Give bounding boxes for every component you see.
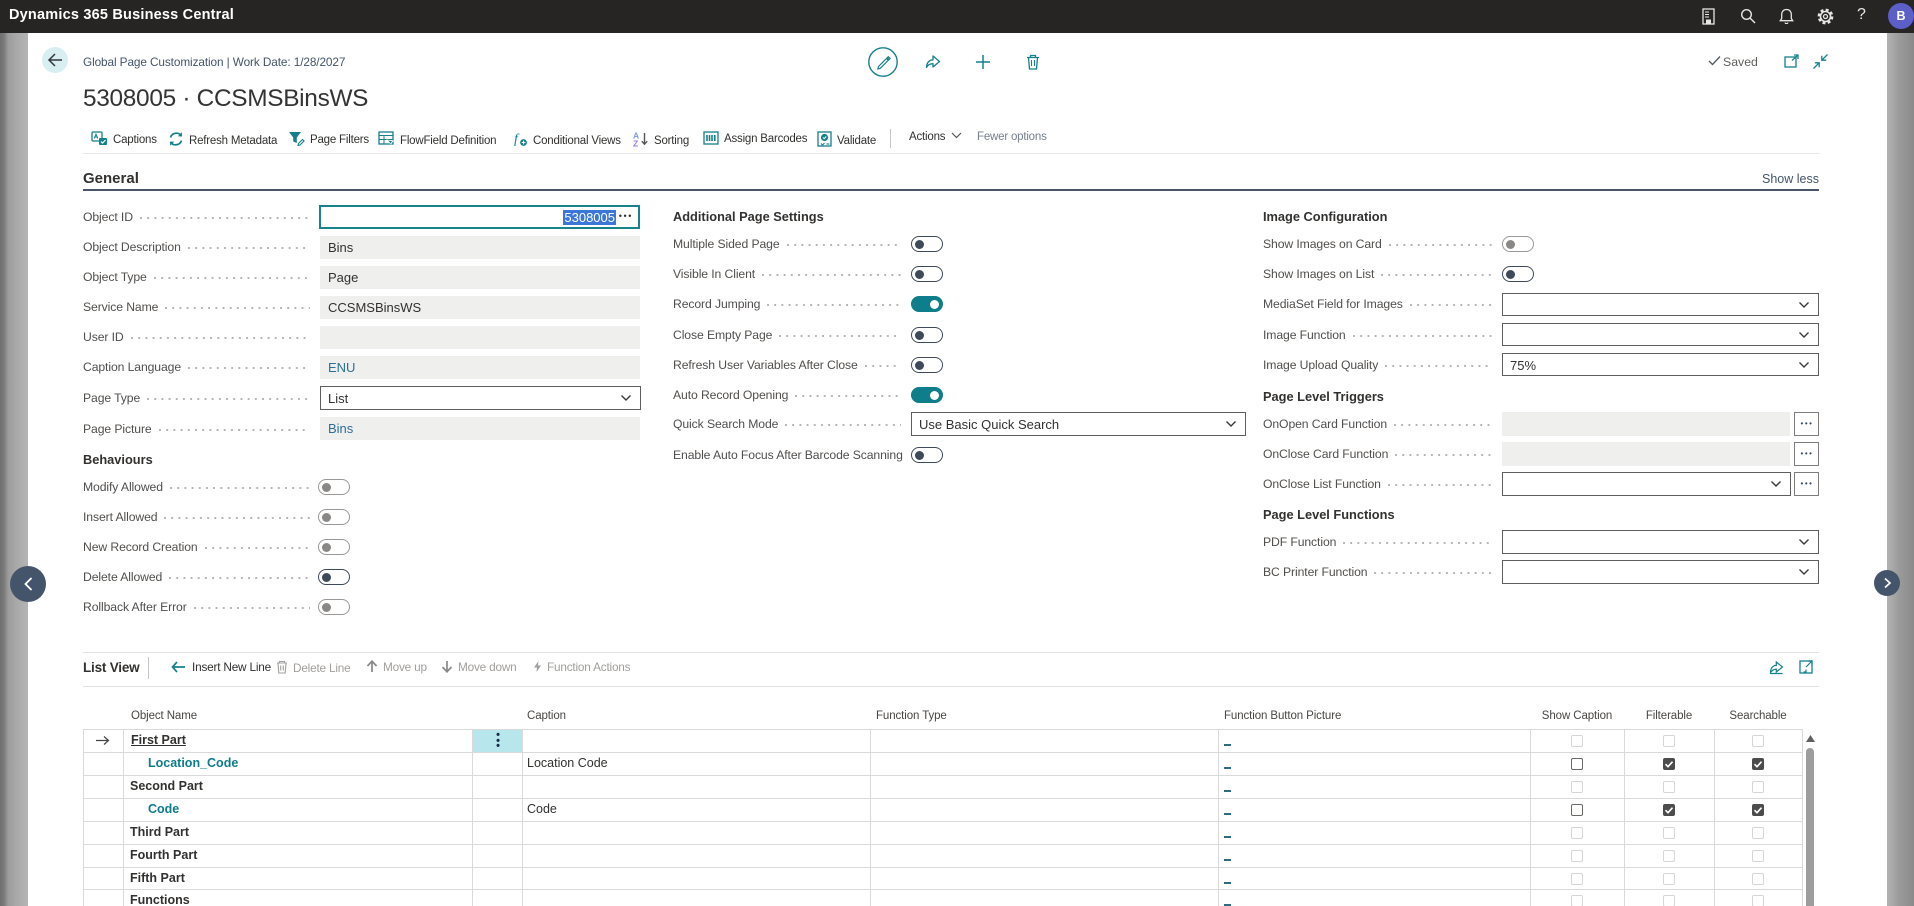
svg-text:Z: Z bbox=[633, 139, 638, 148]
svg-text:f: f bbox=[514, 132, 520, 147]
